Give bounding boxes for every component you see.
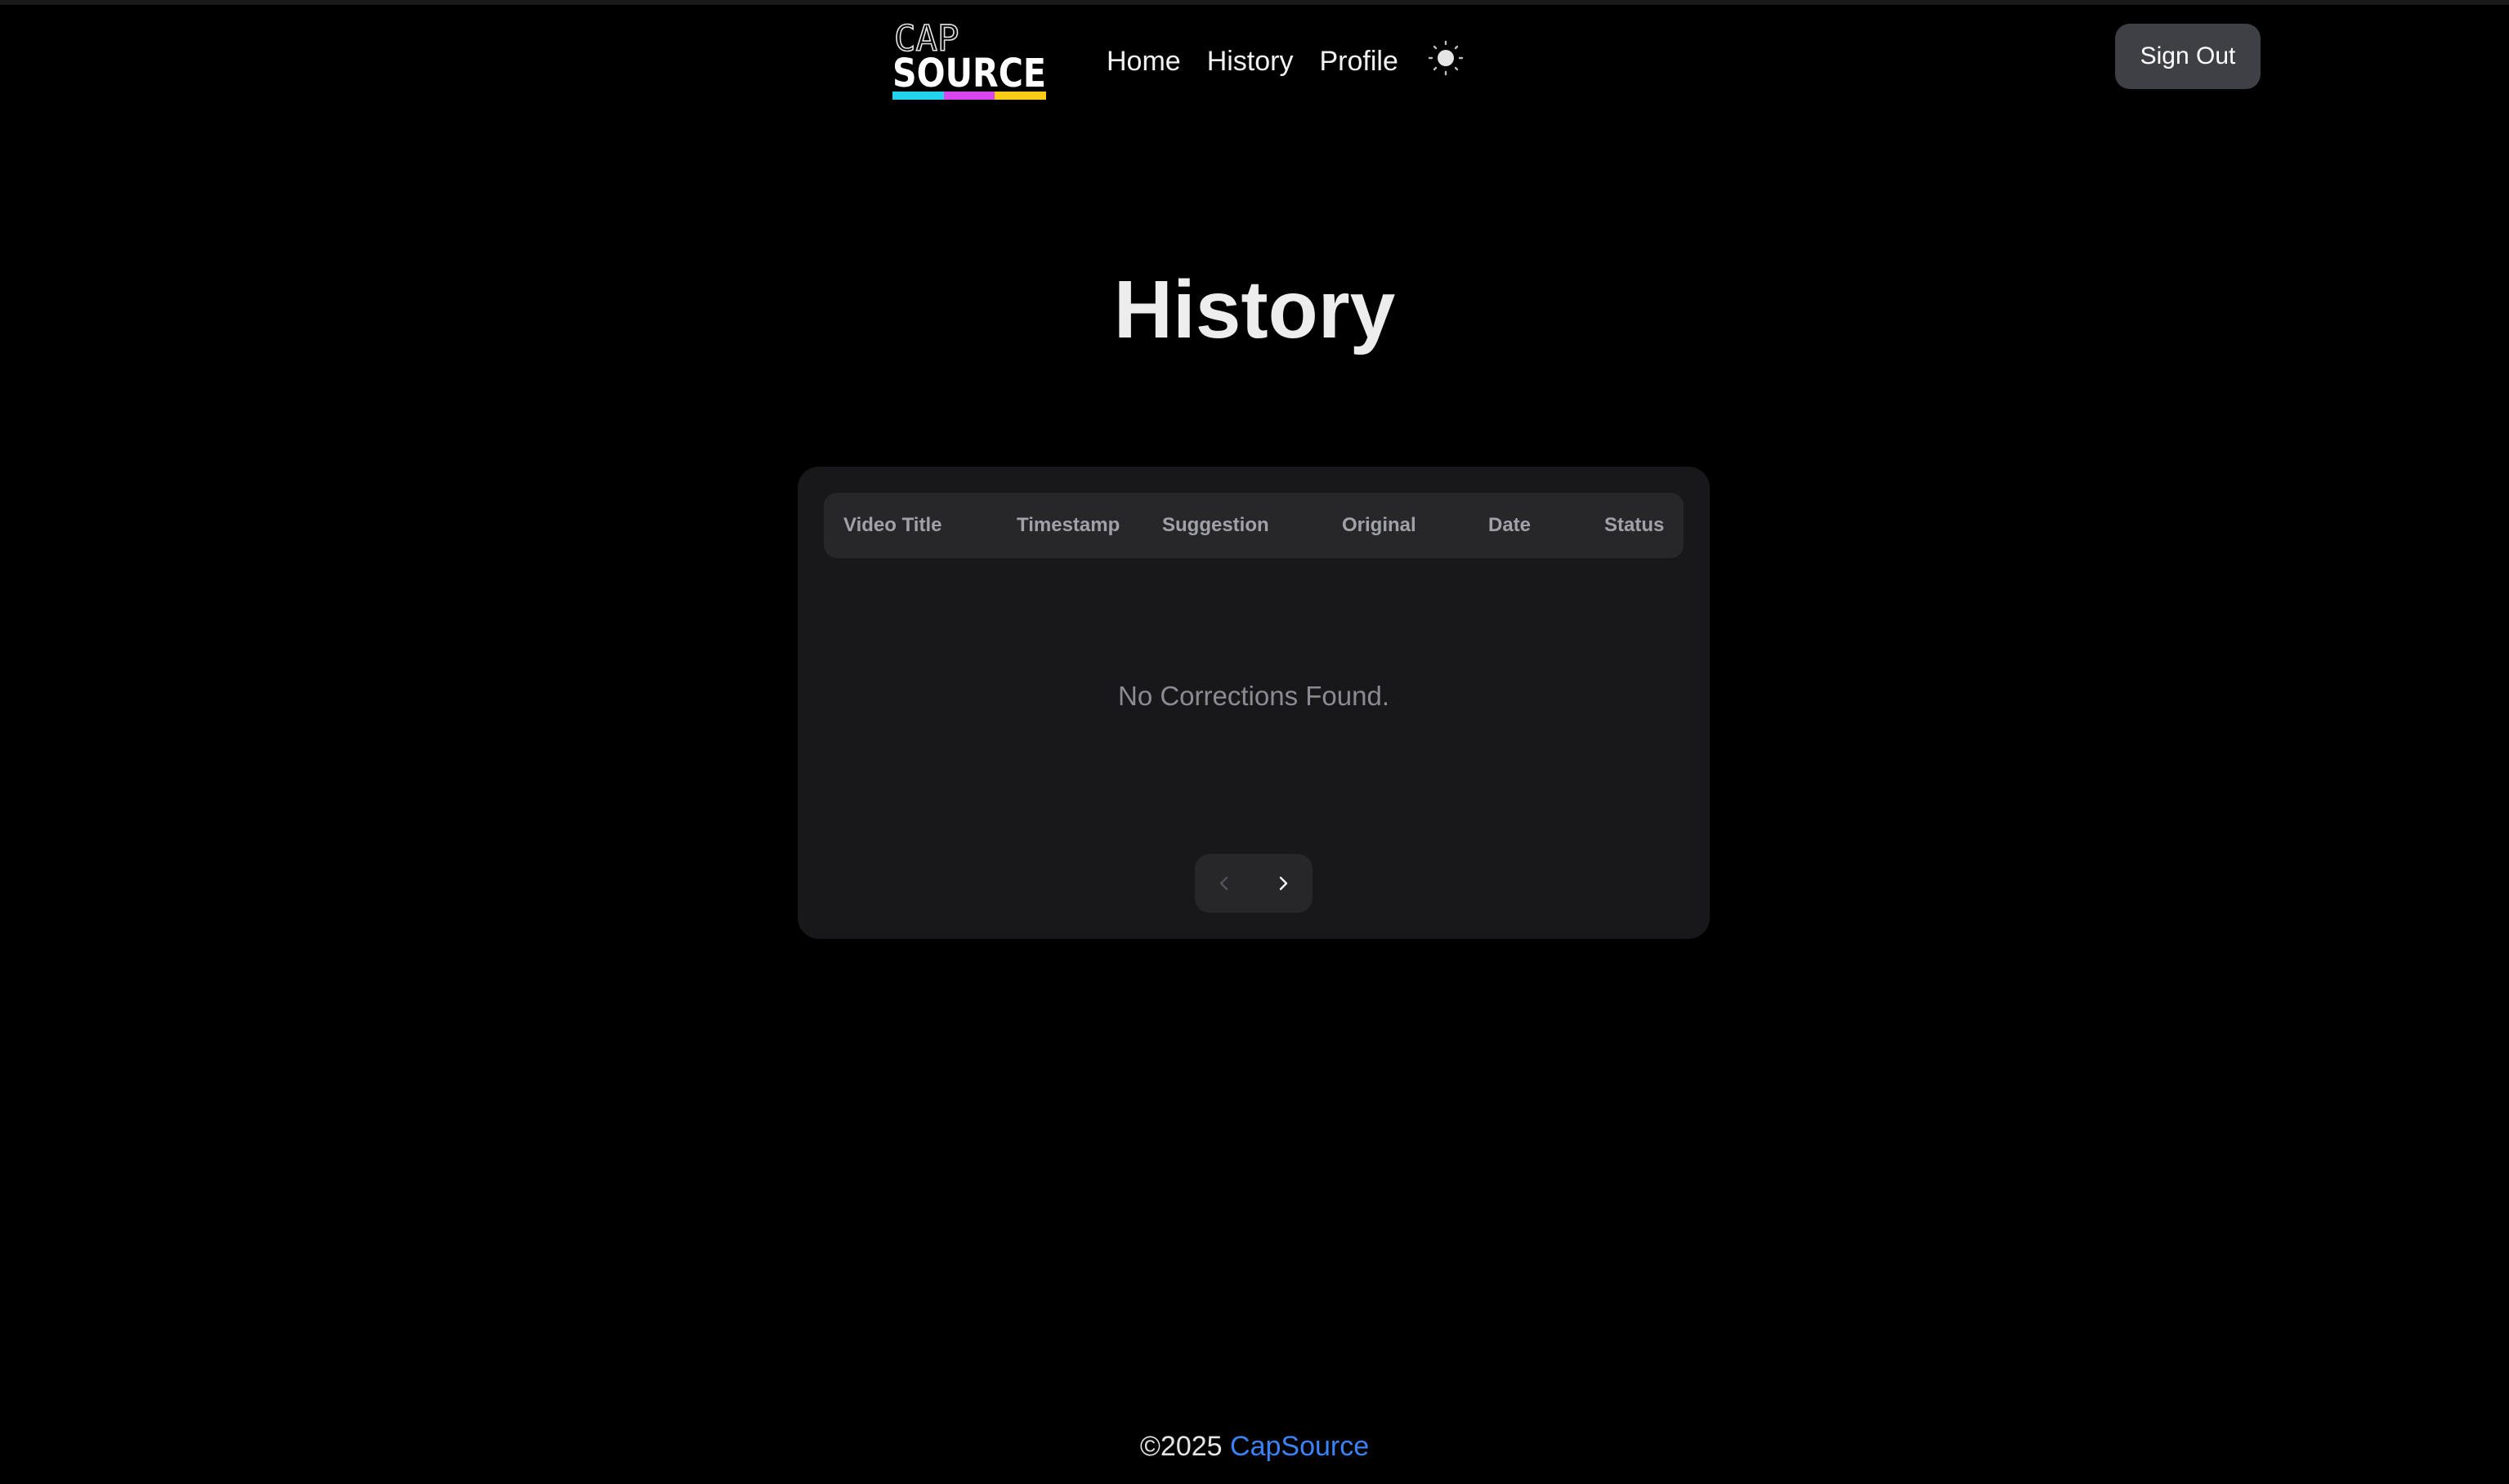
nav-link-home[interactable]: Home	[1107, 46, 1181, 78]
history-table-card: Video Title Timestamp Suggestion Origina…	[798, 467, 1710, 939]
sign-out-button[interactable]: Sign Out	[2115, 24, 2261, 89]
logo-stripe-yellow	[995, 92, 1046, 100]
footer-brand-link[interactable]: CapSource	[1230, 1431, 1369, 1462]
page-title: History	[1113, 264, 1396, 355]
nav-link-history[interactable]: History	[1207, 46, 1294, 78]
column-header-video-title[interactable]: Video Title	[843, 493, 941, 558]
next-page-button[interactable]	[1259, 859, 1308, 908]
chevron-left-icon	[1219, 876, 1228, 891]
logo-text-source: SOURCE	[892, 51, 1046, 96]
column-header-date[interactable]: Date	[1488, 493, 1531, 558]
column-header-status[interactable]: Status	[1604, 493, 1664, 558]
table-header: Video Title Timestamp Suggestion Origina…	[824, 493, 1684, 558]
page: CAP SOURCE Home History Profile Sign Out	[0, 0, 2509, 1484]
nav-link-profile[interactable]: Profile	[1320, 46, 1398, 78]
previous-page-button[interactable]	[1200, 859, 1249, 908]
capsource-logo[interactable]: CAP SOURCE	[892, 18, 1046, 101]
column-header-timestamp[interactable]: Timestamp	[1017, 493, 1120, 558]
footer: ©2025 CapSource	[0, 1431, 2509, 1463]
empty-state-message: No Corrections Found.	[1118, 681, 1389, 711]
column-header-original[interactable]: Original	[1342, 493, 1416, 558]
logo-stripe-magenta	[944, 92, 995, 100]
main-nav: Home History Profile	[1107, 40, 1464, 82]
sun-icon[interactable]	[1428, 40, 1464, 76]
copyright-text: ©2025	[1139, 1431, 1223, 1462]
logo-stripe-cyan	[892, 92, 944, 100]
chevron-right-icon	[1279, 876, 1288, 891]
pagination	[1195, 854, 1313, 913]
column-header-suggestion[interactable]: Suggestion	[1162, 493, 1269, 558]
